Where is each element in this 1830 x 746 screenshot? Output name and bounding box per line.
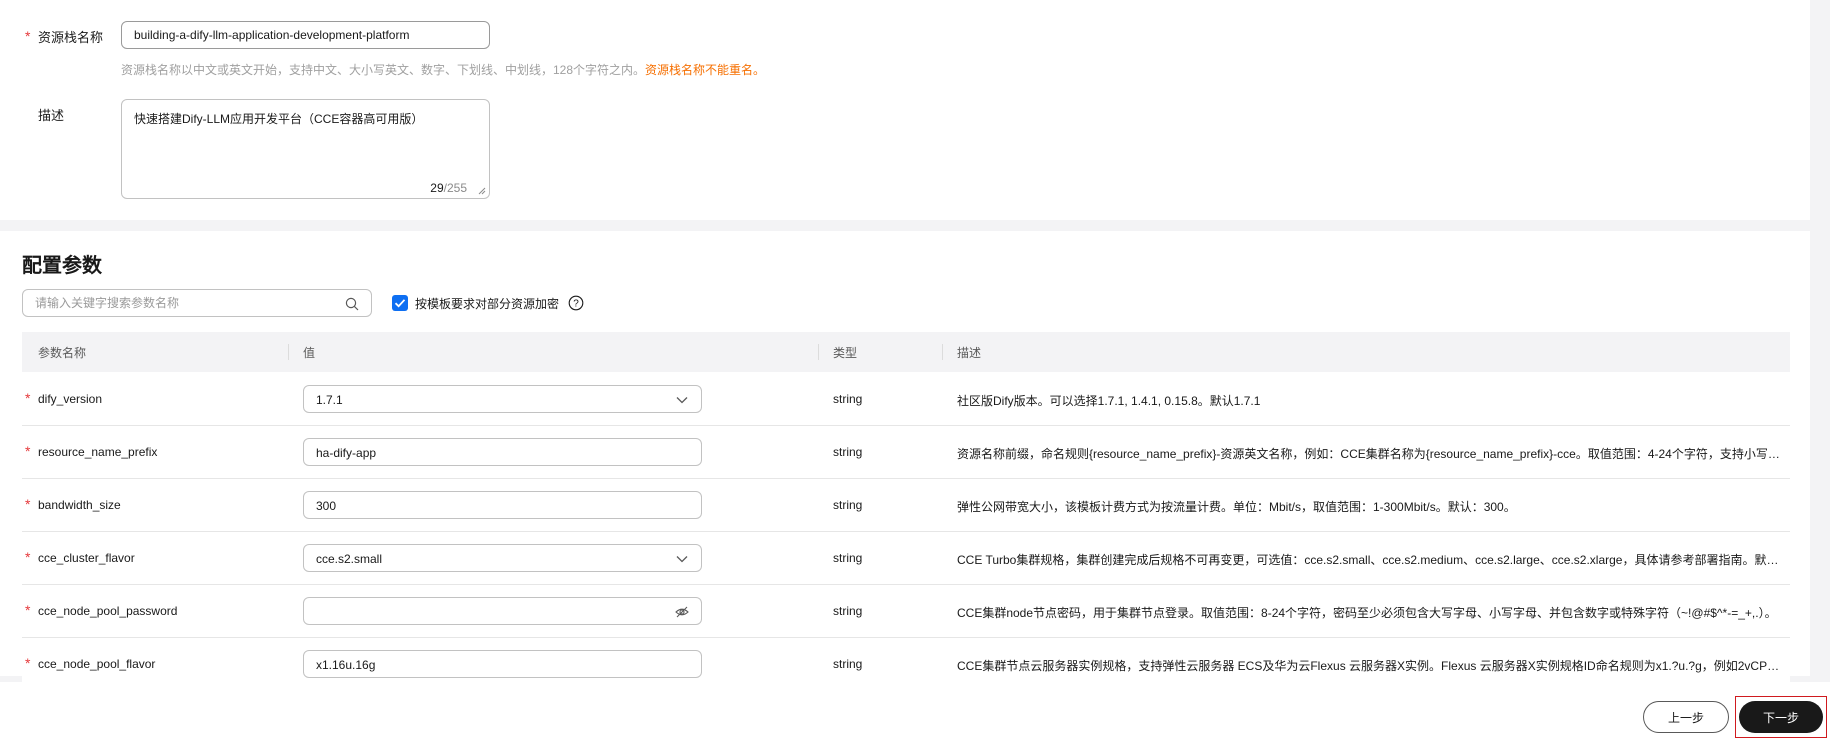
param-name: cce_cluster_flavor: [38, 551, 135, 565]
eye-off-icon[interactable]: [675, 606, 689, 618]
param-name: dify_version: [38, 392, 103, 406]
param-value-text: x1.16u.16g: [316, 658, 376, 672]
param-type: string: [833, 498, 863, 512]
param-description: 社区版Dify版本。可以选择1.7.1, 1.4.1, 0.15.8。默认1.7…: [957, 394, 1261, 408]
param-row: * cce_node_pool_password string CCE集群node节点…: [22, 585, 1790, 638]
required-star: *: [25, 496, 31, 512]
column-divider: [942, 344, 943, 360]
required-star: *: [25, 443, 31, 459]
basic-info-panel: * 资源栈名称 资源栈名称以中文或英文开始，支持中文、大小写英文、数字、下划线、…: [0, 0, 1810, 220]
description-textarea[interactable]: 快速搭建Dify-LLM应用开发平台（CCE容器高可用版） 29/255: [121, 99, 490, 199]
stack-name-hint: 资源栈名称以中文或英文开始，支持中文、大小写英文、数字、下划线、中划线，128个…: [121, 61, 765, 78]
stack-name-label: 资源栈名称: [38, 30, 104, 45]
checkmark-icon: [394, 299, 406, 308]
param-value-text: 1.7.1: [316, 393, 343, 407]
required-star: *: [25, 390, 31, 406]
footer-bar: 上一步 下一步: [0, 682, 1830, 746]
param-search-input[interactable]: [35, 296, 335, 310]
param-description: 资源名称前缀，命名规则{resource_name_prefix}-资源英文名称…: [957, 447, 1787, 461]
column-header-type: 类型: [833, 346, 858, 360]
description-text: 快速搭建Dify-LLM应用开发平台（CCE容器高可用版）: [134, 112, 424, 126]
chevron-down-icon: [676, 556, 688, 563]
param-row: * resource_name_prefix ha-dify-app string 资源…: [22, 426, 1790, 479]
column-header-name: 参数名称: [38, 346, 87, 360]
param-value-text: 300: [316, 499, 337, 513]
param-name: resource_name_prefix: [38, 445, 158, 459]
param-row: * cce_cluster_flavor cce.s2.small string CCE…: [22, 532, 1790, 585]
required-star: *: [25, 655, 31, 671]
encrypt-checkbox[interactable]: [392, 295, 408, 311]
config-panel: 配置参数 按模板要求对部分资源加密 ? 参数名称 值 类型 描述: [0, 231, 1810, 691]
param-password-input[interactable]: [303, 597, 702, 625]
required-star: *: [25, 549, 31, 565]
param-value-text: cce.s2.small: [316, 552, 383, 566]
svg-text:?: ?: [573, 299, 579, 310]
description-label: 描述: [38, 108, 65, 123]
stack-name-warning: 资源栈名称不能重名。: [645, 63, 766, 77]
param-name: cce_node_pool_password: [38, 604, 178, 618]
param-value-text: ha-dify-app: [316, 446, 377, 460]
param-name: cce_node_pool_flavor: [38, 657, 156, 671]
stack-name-hint-text: 资源栈名称以中文或英文开始，支持中文、大小写英文、数字、下划线、中划线，128个…: [121, 63, 646, 77]
config-title: 配置参数: [22, 255, 102, 277]
param-type: string: [833, 445, 863, 459]
param-description: CCE集群节点云服务器实例规格，支持弹性云服务器 ECS及华为云Flexus 云…: [957, 659, 1787, 673]
param-type: string: [833, 392, 863, 406]
param-type: string: [833, 604, 863, 618]
search-icon[interactable]: [345, 297, 359, 311]
param-search-box[interactable]: [22, 289, 372, 317]
table-header: 参数名称 值 类型 描述: [22, 332, 1790, 372]
param-description: 弹性公网带宽大小，该模板计费方式为按流量计费。单位：Mbit/s，取值范围：1-…: [957, 500, 1516, 514]
param-value-select[interactable]: cce.s2.small: [303, 544, 702, 572]
required-star: *: [25, 28, 31, 44]
description-counter: 29/255: [430, 181, 467, 195]
column-header-desc: 描述: [957, 346, 982, 360]
page: * 资源栈名称 资源栈名称以中文或英文开始，支持中文、大小写英文、数字、下划线、…: [0, 0, 1830, 746]
required-star: *: [25, 602, 31, 618]
resize-grip-icon[interactable]: [477, 186, 486, 195]
param-description: CCE Turbo集群规格，集群创建完成后规格不可再变更，可选值：cce.s2.…: [957, 553, 1787, 567]
param-value-input[interactable]: ha-dify-app: [303, 438, 702, 466]
stack-name-input[interactable]: [121, 21, 490, 49]
help-icon[interactable]: ?: [568, 295, 584, 311]
param-row: * bandwidth_size 300 string 弹性公网带宽大小，该模板计费方式…: [22, 479, 1790, 532]
param-type: string: [833, 657, 863, 671]
param-type: string: [833, 551, 863, 565]
next-step-button[interactable]: 下一步: [1739, 701, 1823, 733]
description-count: 29: [430, 181, 444, 195]
column-divider: [818, 344, 819, 360]
prev-step-button[interactable]: 上一步: [1643, 701, 1729, 733]
description-max: /255: [443, 181, 467, 195]
chevron-down-icon: [676, 397, 688, 404]
param-value-select[interactable]: 1.7.1: [303, 385, 702, 413]
encrypt-label[interactable]: 按模板要求对部分资源加密: [415, 295, 559, 312]
param-row: * dify_version 1.7.1 string 社区版Dify版本。可以选择1.…: [22, 373, 1790, 426]
param-value-input[interactable]: 300: [303, 491, 702, 519]
param-description: CCE集群node节点密码，用于集群节点登录。取值范围：8-24个字符，密码至少…: [957, 606, 1777, 620]
column-header-value: 值: [303, 346, 316, 360]
param-value-input[interactable]: x1.16u.16g: [303, 650, 702, 678]
column-divider: [288, 344, 289, 360]
param-name: bandwidth_size: [38, 498, 121, 512]
